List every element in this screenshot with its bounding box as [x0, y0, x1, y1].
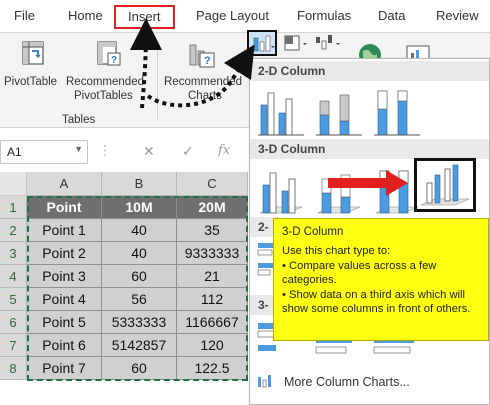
table-cell[interactable]: 120	[177, 334, 248, 357]
more-column-charts-label: More Column Charts...	[284, 375, 410, 389]
enter-check-icon[interactable]: ✓	[182, 143, 194, 160]
pivot-table-label: PivotTable	[4, 76, 58, 88]
group-label-tables: Tables	[62, 114, 96, 126]
row-header[interactable]: 5	[0, 288, 27, 311]
tab-insert[interactable]: Insert	[114, 5, 175, 29]
svg-text:?: ?	[204, 55, 211, 67]
name-box[interactable]: A1 ▼	[0, 140, 88, 164]
insert-waterfall-chart-button[interactable]	[314, 33, 344, 55]
table-cell[interactable]: 5333333	[102, 311, 177, 334]
table-cell[interactable]: 21	[177, 265, 248, 288]
tab-data[interactable]: Data	[378, 8, 405, 23]
table-cell[interactable]: 1166667	[177, 311, 248, 334]
ribbon-group-divider	[157, 41, 158, 119]
recommended-pivot-icon: ?	[97, 41, 121, 66]
tooltip-title: 3-D Column	[282, 226, 344, 238]
select-all-corner[interactable]	[0, 172, 27, 196]
tooltip-intro: Use this chart type to:	[282, 245, 391, 258]
chart-type-tooltip: 3-D Column Use this chart type to: • Com…	[273, 218, 489, 341]
chart-type-100-stacked-column[interactable]	[370, 85, 424, 141]
table-cell[interactable]: 60	[102, 357, 177, 380]
table-cell[interactable]: Point 4	[27, 288, 102, 311]
table-cell[interactable]: Point 1	[27, 219, 102, 242]
row-header[interactable]: 8	[0, 357, 27, 380]
recommended-charts-button[interactable]: ? Recommended Charts	[162, 37, 248, 107]
chart-type-3d-column[interactable]	[414, 158, 476, 212]
insert-hierarchy-chart-button[interactable]	[283, 33, 311, 55]
row-header[interactable]: 4	[0, 265, 27, 288]
section-header-2d-column: 2-D Column	[250, 61, 489, 81]
table-cell[interactable]: 35	[177, 219, 248, 242]
row-header[interactable]: 1	[0, 196, 27, 219]
table-cell[interactable]: 40	[102, 219, 177, 242]
table-header-cell[interactable]: 10M	[102, 196, 177, 219]
more-options-icon: ⋮	[98, 142, 112, 158]
chart-type-clustered-column[interactable]	[254, 85, 308, 141]
tooltip-bullet: • Show data on a third axis which will s…	[282, 288, 471, 316]
pivot-table-icon	[22, 41, 44, 65]
recommended-charts-icon: ?	[189, 44, 215, 68]
section-header-3d-column: 3-D Column	[250, 139, 489, 159]
recommended-charts-label-2: Charts	[188, 90, 222, 102]
table-cell[interactable]: Point 3	[27, 265, 102, 288]
row-header[interactable]: 7	[0, 334, 27, 357]
name-box-value: A1	[7, 145, 22, 159]
tab-review[interactable]: Review	[436, 8, 479, 23]
table-cell[interactable]: Point 2	[27, 242, 102, 265]
tab-formulas[interactable]: Formulas	[297, 8, 351, 23]
table-cell[interactable]: 9333333	[177, 242, 248, 265]
table-cell[interactable]: Point 7	[27, 357, 102, 380]
insert-column-chart-button[interactable]	[247, 30, 277, 56]
table-header-cell[interactable]: 20M	[177, 196, 248, 219]
hierarchy-chart-icon	[284, 35, 307, 51]
tab-page-layout[interactable]: Page Layout	[196, 8, 269, 23]
ribbon-tab-bar: File Home Insert Page Layout Formulas Da…	[0, 0, 490, 32]
column-header-a[interactable]: A	[27, 172, 102, 196]
column-header-c[interactable]: C	[177, 172, 248, 196]
recommended-pivot-tables-button[interactable]: ? Recommended PivotTables	[66, 37, 156, 107]
row-header[interactable]: 6	[0, 311, 27, 334]
table-header-cell[interactable]: Point	[27, 196, 102, 219]
recommended-charts-label-1: Recommended	[164, 76, 242, 88]
pivot-table-button[interactable]: PivotTable	[2, 37, 62, 99]
chevron-down-icon[interactable]: ▼	[74, 144, 83, 154]
tooltip-bullet: • Compare values across a few categories…	[282, 259, 437, 287]
table-cell[interactable]: 5142857	[102, 334, 177, 357]
table-cell[interactable]: 40	[102, 242, 177, 265]
chart-type-stacked-column[interactable]	[312, 85, 366, 141]
row-header[interactable]: 3	[0, 242, 27, 265]
column-chart-small-icon	[258, 375, 271, 388]
insert-function-icon[interactable]: fx	[218, 143, 230, 158]
table-cell[interactable]: 60	[102, 265, 177, 288]
waterfall-chart-icon	[316, 35, 340, 50]
chart-type-3d-clustered-column[interactable]	[254, 163, 308, 219]
recommended-pivot-label-2: PivotTables	[74, 90, 133, 102]
chart-type-3d-stacked-column[interactable]	[312, 163, 366, 219]
table-cell[interactable]: 112	[177, 288, 248, 311]
tab-home[interactable]: Home	[68, 8, 103, 23]
table-cell[interactable]: Point 6	[27, 334, 102, 357]
cancel-icon[interactable]: ✕	[143, 143, 155, 160]
tab-file[interactable]: File	[14, 8, 35, 23]
table-cell[interactable]: 122.5	[177, 357, 248, 380]
table-cell[interactable]: Point 5	[27, 311, 102, 334]
row-header[interactable]: 2	[0, 219, 27, 242]
column-header-b[interactable]: B	[102, 172, 177, 196]
recommended-pivot-label-1: Recommended	[66, 76, 144, 88]
table-cell[interactable]: 56	[102, 288, 177, 311]
svg-text:?: ?	[111, 55, 117, 66]
column-chart-icon	[253, 35, 275, 52]
